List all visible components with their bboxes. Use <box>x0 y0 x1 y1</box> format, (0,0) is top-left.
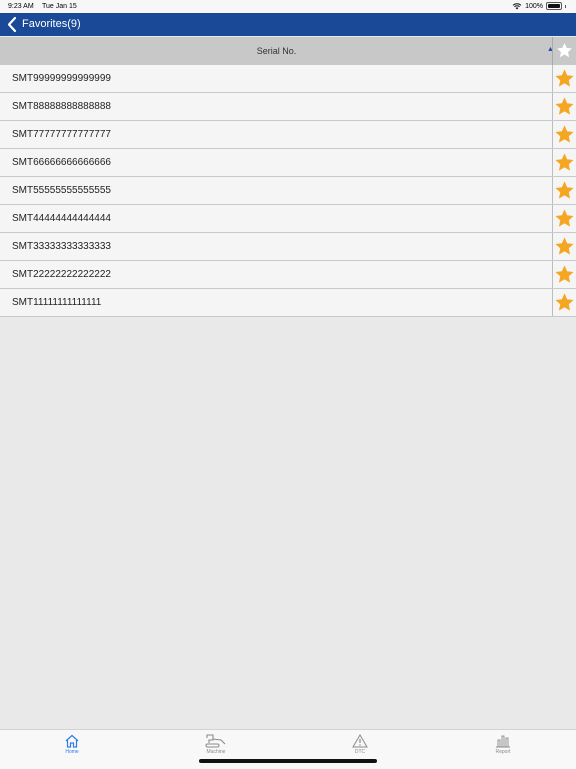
serial-number: SMT66666666666666 <box>12 157 111 168</box>
status-time: 9:23 AM <box>8 3 34 10</box>
row-divider <box>552 233 553 260</box>
favorite-star-icon[interactable] <box>555 237 574 256</box>
back-chevron-icon[interactable] <box>6 16 20 33</box>
row-divider <box>552 261 553 288</box>
tab-machine[interactable]: Machine <box>186 734 246 755</box>
row-divider <box>552 65 553 92</box>
header-divider <box>552 37 553 65</box>
status-right: 100% <box>512 2 566 10</box>
favorite-star-icon[interactable] <box>555 293 574 312</box>
bar-chart-icon <box>496 735 510 748</box>
serial-number: SMT99999999999999 <box>12 73 111 84</box>
serial-number: SMT55555555555555 <box>12 185 111 196</box>
favorite-star-icon[interactable] <box>555 265 574 284</box>
favorite-star-icon[interactable] <box>555 153 574 172</box>
list-item[interactable]: SMT11111111111111 <box>0 289 576 317</box>
status-date: Tue Jan 15 <box>42 3 77 10</box>
list-item[interactable]: SMT44444444444444 <box>0 205 576 233</box>
battery-icon <box>546 2 562 10</box>
favorite-star-icon[interactable] <box>555 97 574 116</box>
home-icon <box>65 734 79 748</box>
serial-number: SMT77777777777777 <box>12 129 111 140</box>
serial-column-header[interactable]: Serial No. <box>0 46 553 56</box>
list-item[interactable]: SMT22222222222222 <box>0 261 576 289</box>
list-item[interactable]: SMT77777777777777 <box>0 121 576 149</box>
tab-home-label: Home <box>65 749 79 755</box>
row-divider <box>552 93 553 120</box>
list-item[interactable]: SMT99999999999999 <box>0 65 576 93</box>
list-item[interactable]: SMT88888888888888 <box>0 93 576 121</box>
battery-percent: 100% <box>525 2 543 10</box>
favorites-list: SMT99999999999999 SMT88888888888888 SMT777… <box>0 65 576 317</box>
row-divider <box>552 121 553 148</box>
row-divider <box>552 205 553 232</box>
tab-home[interactable]: Home <box>42 734 102 755</box>
tab-dtc-label: DTC <box>354 749 366 755</box>
serial-number: SMT88888888888888 <box>12 101 111 112</box>
page-title: Favorites(9) <box>22 18 81 30</box>
favorite-star-icon[interactable] <box>555 181 574 200</box>
serial-number: SMT22222222222222 <box>12 269 111 280</box>
tab-dtc[interactable]: DTC <box>330 734 390 755</box>
favorite-star-icon[interactable] <box>555 69 574 88</box>
list-item[interactable]: SMT33333333333333 <box>0 233 576 261</box>
row-divider <box>552 289 553 316</box>
tab-machine-label: Machine <box>206 749 226 755</box>
tab-bar: Home Machine DTC Report <box>0 729 576 769</box>
tab-report[interactable]: Report <box>473 734 533 755</box>
favorite-star-icon[interactable] <box>555 209 574 228</box>
table-header: Serial No. ▲ <box>0 37 576 65</box>
tab-report-label: Report <box>495 749 511 755</box>
serial-number: SMT11111111111111 <box>12 297 102 308</box>
excavator-icon <box>205 734 226 748</box>
warning-icon <box>352 734 368 748</box>
battery-tip <box>565 4 566 8</box>
home-indicator <box>199 759 377 763</box>
row-divider <box>552 149 553 176</box>
nav-bar: Favorites(9) <box>0 13 576 36</box>
favorite-star-icon[interactable] <box>555 125 574 144</box>
list-item[interactable]: SMT55555555555555 <box>0 177 576 205</box>
serial-number: SMT33333333333333 <box>12 241 111 252</box>
list-item[interactable]: SMT66666666666666 <box>0 149 576 177</box>
favorite-header-star-icon[interactable] <box>556 42 573 59</box>
serial-number: SMT44444444444444 <box>12 213 111 224</box>
status-bar: 9:23 AM Tue Jan 15 100% <box>0 0 576 13</box>
row-divider <box>552 177 553 204</box>
wifi-icon <box>512 3 522 10</box>
